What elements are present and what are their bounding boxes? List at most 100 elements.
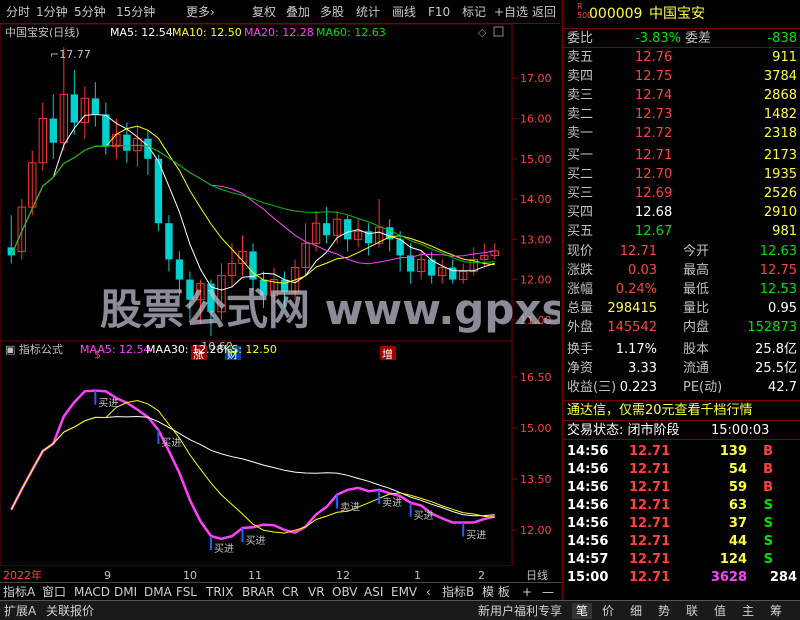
stat2-label: PE(动) [683, 380, 723, 395]
bid-volume: 2526 [763, 186, 797, 201]
side-tab-trend[interactable]: 势 [658, 603, 670, 619]
tab-template[interactable]: 模 板 [482, 584, 510, 600]
stat-value: 12.71 [619, 244, 657, 259]
side-tab-value[interactable]: 值 [714, 603, 726, 619]
period-tab-1min[interactable]: 1分钟 [36, 3, 68, 21]
status-tab-related[interactable]: 关联报价 [46, 603, 94, 619]
side-tab-price[interactable]: 价 [602, 603, 614, 619]
tab-cr[interactable]: CR [282, 584, 299, 600]
tab-fsl[interactable]: FSL [176, 584, 197, 600]
tab-asi[interactable]: ASI [364, 584, 383, 600]
draw-line-button[interactable]: 画线 [392, 3, 416, 21]
status-tab-extend[interactable]: 扩展A [4, 603, 36, 619]
diamond-icon[interactable]: ◇ [478, 26, 487, 39]
candle-body [165, 223, 173, 260]
promo-row[interactable]: 通达信，仅需20元查看千档行情 [563, 400, 800, 420]
side-tab-detail[interactable]: 细 [630, 603, 642, 619]
bid-price: 12.68 [635, 205, 673, 220]
tick-row: 14:56 12.71 139 B [563, 442, 800, 462]
stat2-value: 3.33 [628, 361, 657, 376]
period-tab-5min[interactable]: 5分钟 [74, 3, 106, 21]
tick-side: S [763, 534, 773, 549]
date-label-feb: 2 [478, 569, 485, 582]
tab-minimize[interactable]: — [542, 584, 554, 600]
price-axis-label: 16.00 [520, 113, 552, 126]
tab-dma[interactable]: DMA [144, 584, 172, 600]
ask-price: 12.74 [635, 88, 673, 103]
ind-axis-label: 15.00 [520, 422, 552, 435]
indicator-title[interactable]: ▣ 指标公式 [5, 342, 63, 356]
buy-signal-label: 买进 [98, 398, 118, 410]
side-tab-trades[interactable]: 笔 [572, 603, 593, 619]
stat-value: 12.53 [759, 282, 797, 297]
tab-macd[interactable]: MACD [74, 584, 110, 600]
stat2-row: 换手 1.17% 股本 25.8亿 [563, 340, 800, 360]
date-label-nov: 11 [248, 569, 262, 582]
status-promo[interactable]: 新用户福利专享 [478, 603, 562, 619]
candle-body [91, 98, 100, 115]
trade-status-label: 交易状态: 闭市阶段 [567, 423, 680, 438]
side-tab-chips[interactable]: 筹 [770, 603, 782, 619]
period-tab-timeshare[interactable]: 分时 [6, 3, 30, 21]
stat-label: 最高 [683, 263, 710, 278]
tick-side: B [763, 462, 773, 477]
tab-emv[interactable]: EMV [391, 584, 417, 600]
add-watchlist-button[interactable]: +自选 [494, 3, 528, 21]
tick-time: 14:56 [567, 534, 609, 549]
adjust-button[interactable]: 复权 [252, 3, 276, 21]
f10-button[interactable]: F10 [428, 3, 450, 21]
tab-dmi[interactable]: DMI [114, 584, 137, 600]
multi-stock-button[interactable]: 多股 [320, 3, 344, 21]
tick-price: 12.71 [629, 480, 671, 495]
period-tab-15min[interactable]: 15分钟 [116, 3, 155, 21]
event-mark-increase[interactable]: 增 [382, 347, 393, 361]
chart-canvas[interactable]: 17.0016.0015.0014.0013.0012.0011.0016.50… [0, 23, 680, 582]
stat-value: 0.03 [628, 263, 657, 278]
chart-area[interactable]: 17.00 16.00 15.00 14.00 13.00 12.00 11.00 16.50… [0, 23, 680, 600]
tab-obv[interactable]: OBV [332, 584, 358, 600]
stock-code: 000009 [589, 6, 643, 22]
quote-panel: R 500 000009 中国宝安 委比 -3.83% 委差 -838 卖五 12… [562, 0, 800, 600]
ask-label: 卖四 [567, 69, 594, 84]
ask-volume: 3784 [763, 69, 797, 84]
bid-volume: 1935 [763, 167, 797, 182]
side-tab-link[interactable]: 联 [686, 603, 698, 619]
ind-axis-label: 13.50 [520, 473, 552, 486]
statistics-button[interactable]: 统计 [356, 3, 380, 21]
tick-row: 14:56 12.71 54 B [563, 460, 800, 480]
period-label[interactable]: 日线 [526, 568, 548, 582]
promo-text[interactable]: 通达信，仅需20元查看千档行情 [567, 401, 753, 421]
stat2-value: 1.17% [615, 342, 657, 357]
weibi-value: -3.83% [635, 31, 681, 46]
stat-value: 298415 [607, 301, 657, 316]
tab-indicator-b[interactable]: 指标B [442, 584, 474, 600]
tab-indicator-a[interactable]: 指标A [3, 584, 35, 600]
tick-price: 12.71 [629, 570, 671, 585]
mark-button[interactable]: 标记 [462, 3, 486, 21]
bid-price: 12.70 [635, 167, 673, 182]
side-tab-main[interactable]: 主 [742, 603, 754, 619]
stock-period-label: 中国宝安(日线) [5, 25, 80, 39]
stat-label: 最低 [683, 282, 710, 297]
tab-scroll-left[interactable]: ‹ [426, 584, 431, 600]
tab-add[interactable]: + [522, 584, 532, 600]
stat-row: 总量 298415 量比 0.95 [563, 299, 800, 319]
stat2-label: 流通 [683, 361, 710, 376]
candle-body [343, 219, 352, 240]
stat2-value: 25.8亿 [755, 342, 797, 357]
overlay-button[interactable]: 叠加 [286, 3, 310, 21]
tab-brar[interactable]: BRAR [242, 584, 275, 600]
maa5-label: MAA5: 12.54 [80, 343, 151, 356]
ask-row: 卖五 12.76 911 [563, 48, 800, 68]
bid-price: 12.71 [635, 148, 673, 163]
ask-price: 12.72 [635, 126, 673, 141]
indicator-tab-bar: 指标A 窗口 MACD DMI DMA FSL TRIX BRAR CR VR … [0, 582, 562, 600]
back-button[interactable]: 返回 [532, 3, 556, 21]
tab-vr[interactable]: VR [308, 584, 325, 600]
tab-window[interactable]: 窗口 [42, 584, 66, 600]
buy-signal-label: 买进 [214, 543, 234, 555]
period-tab-more[interactable]: 更多› [186, 3, 215, 21]
stat-value: 0.95 [768, 301, 797, 316]
tab-trix[interactable]: TRIX [206, 584, 233, 600]
stat2-value: 0.223 [619, 380, 657, 395]
